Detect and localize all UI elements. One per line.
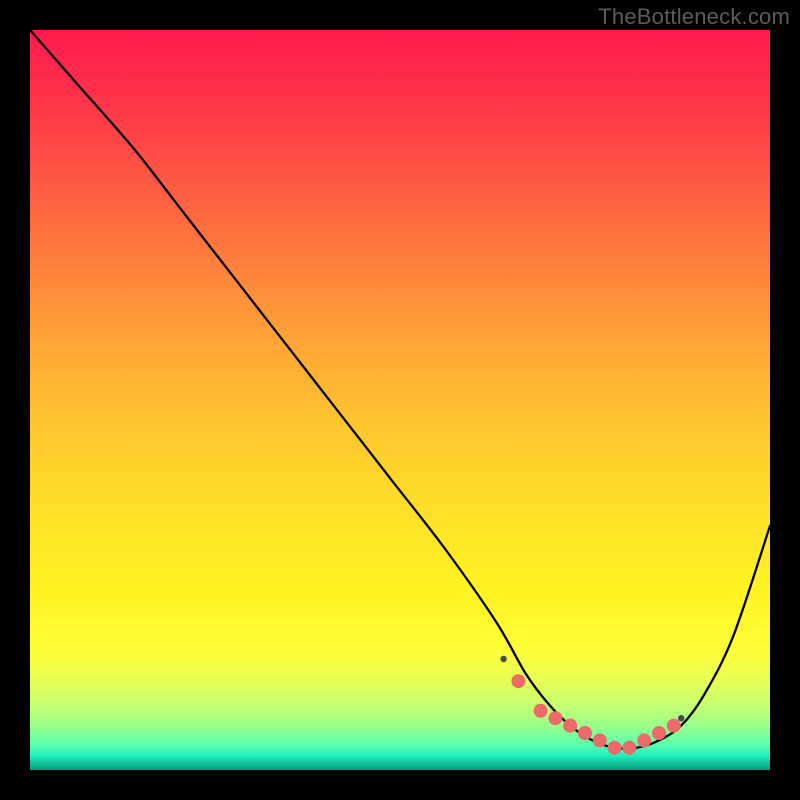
highlight-marker [652,726,666,740]
highlight-marker [593,733,607,747]
curve-layer [30,30,770,770]
highlight-marker [511,674,525,688]
highlight-marker [534,704,548,718]
bottleneck-curve [30,30,770,749]
highlight-marker [578,726,592,740]
highlight-endpoint [678,715,684,721]
watermark-text: TheBottleneck.com [598,4,790,30]
chart-frame: TheBottleneck.com [0,0,800,800]
highlight-marker [637,733,651,747]
highlight-marker [563,719,577,733]
plot-area [30,30,770,770]
highlight-marker [548,711,562,725]
highlight-marker [608,741,622,755]
highlight-endpoint [500,656,506,662]
highlight-marker [667,719,681,733]
highlight-marker [622,741,636,755]
